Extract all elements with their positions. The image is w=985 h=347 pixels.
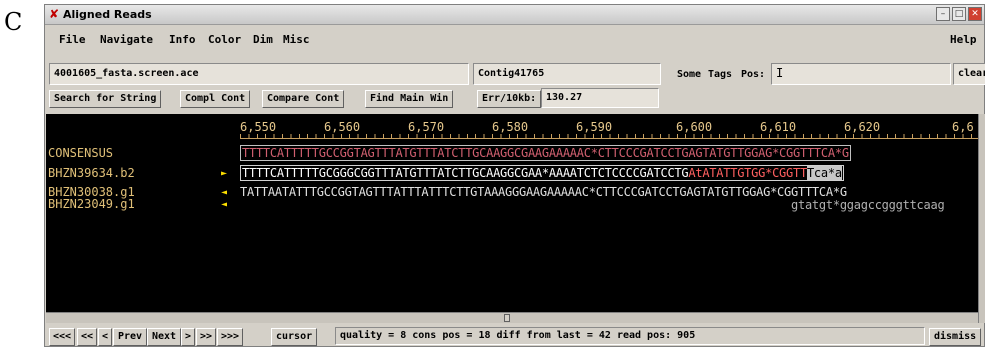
menu-info[interactable]: Info <box>169 33 196 46</box>
forward-arrow-icon: ► <box>221 168 228 179</box>
reverse-arrow-icon: ◄ <box>221 199 228 210</box>
menu-navigate[interactable]: Navigate <box>100 33 153 46</box>
pos-label: Pos: <box>741 69 766 80</box>
reverse-arrow-icon: ◄ <box>221 187 228 198</box>
find-main-win-button[interactable]: Find Main Win <box>365 90 454 108</box>
pos-input[interactable]: I <box>771 63 951 85</box>
ruler-tick-label: 6,570 <box>408 120 445 134</box>
err-value-field: 130.27 <box>541 88 659 108</box>
prev-button[interactable]: Prev <box>113 328 148 346</box>
close-button[interactable]: ✕ <box>968 7 982 21</box>
filename-field[interactable]: 4001605_fasta.screen.ace <box>49 63 469 85</box>
cursor-button[interactable]: cursor <box>271 328 318 346</box>
forward-1-button[interactable]: > <box>181 328 196 346</box>
last-button[interactable]: >>> <box>217 328 244 346</box>
first-button[interactable]: <<< <box>49 328 76 346</box>
ruler-tick-label: 6,560 <box>324 120 361 134</box>
menu-misc[interactable]: Misc <box>283 33 310 46</box>
read-sequence[interactable]: TTTTCATTTTTGCGGGCGGTTTATGTTTATCTTGCAAGGC… <box>240 165 844 181</box>
ruler-line <box>240 138 978 139</box>
read-sequence-part: TTTTCATTTTTGCGGGCGGTTTATGTTTATCTTGCAAGGC… <box>242 166 689 180</box>
menu-dim[interactable]: Dim <box>253 33 273 46</box>
app-icon: ✘ <box>49 7 60 21</box>
forward-2-button[interactable]: >> <box>196 328 217 346</box>
maximize-button[interactable]: □ <box>952 7 966 21</box>
navigation-bar: <<< << < Prev Next > >> >>> cursor quali… <box>45 325 984 347</box>
menu-color[interactable]: Color <box>208 33 241 46</box>
ruler-tick-label: 6,590 <box>576 120 613 134</box>
scrollbar-thumb[interactable] <box>504 314 510 322</box>
some-label: Some <box>677 69 702 80</box>
panel-letter: C <box>4 8 23 36</box>
position-ruler: 6,550 6,560 6,570 6,580 6,590 6,600 6,61… <box>240 120 978 142</box>
read-name[interactable]: BHZN39634.b2 <box>48 166 135 180</box>
back-1-button[interactable]: < <box>98 328 113 346</box>
search-string-button[interactable]: Search for String <box>49 90 162 108</box>
ruler-tick-label: 6,620 <box>844 120 881 134</box>
alignment-view[interactable]: 6,550 6,560 6,570 6,580 6,590 6,600 6,61… <box>46 114 978 312</box>
read-name-consensus[interactable]: CONSENSUS <box>48 146 113 160</box>
back-2-button[interactable]: << <box>77 328 98 346</box>
ruler-tick-label: 6,610 <box>760 120 797 134</box>
read-sequence-part: Tca*a <box>806 166 842 180</box>
ruler-tick-label: 6,580 <box>492 120 529 134</box>
read-sequence[interactable]: TATTAATATTTGCCGGTAGTTTATTTATTTCTTGTAAAGG… <box>240 185 847 199</box>
menu-help[interactable]: Help <box>950 33 977 46</box>
dismiss-button[interactable]: dismiss <box>929 328 982 346</box>
ruler-tick-label: 6,600 <box>676 120 713 134</box>
contig-field[interactable]: Contig41765 <box>473 63 661 85</box>
ruler-tick-label: 6,550 <box>240 120 277 134</box>
vertical-scrollbar[interactable] <box>978 114 985 323</box>
compl-cont-button[interactable]: Compl Cont <box>180 90 251 108</box>
status-readout: quality = 8 cons pos = 18 diff from last… <box>335 327 925 345</box>
tags-button[interactable]: Tags <box>708 69 732 80</box>
read-name[interactable]: BHZN23049.g1 <box>48 197 135 211</box>
ruler-tick-label: 6,6 <box>952 120 974 134</box>
err-10kb-button[interactable]: Err/10kb: <box>477 90 542 108</box>
next-button[interactable]: Next <box>147 328 182 346</box>
clear-button[interactable]: clear <box>953 63 985 85</box>
consensus-sequence[interactable]: TTTTCATTTTTGCCGGTAGTTTATGTTTATCTTGCAAGGC… <box>240 145 851 161</box>
horizontal-scrollbar[interactable] <box>46 312 978 323</box>
read-sequence[interactable]: gtatgt*ggagccgggttcaag <box>791 198 945 212</box>
aligned-reads-window: ✘ Aligned Reads – □ ✕ File Navigate Info… <box>44 4 985 347</box>
window-title: Aligned Reads <box>63 8 152 21</box>
read-sequence-part: AtATATTGTGG*CGGTT <box>688 166 807 180</box>
menu-file[interactable]: File <box>59 33 86 46</box>
compare-cont-button[interactable]: Compare Cont <box>262 90 345 108</box>
title-bar: ✘ Aligned Reads – □ ✕ <box>45 5 984 25</box>
menu-bar: File Navigate Info Color Dim Misc Help <box>45 25 984 51</box>
minimize-button[interactable]: – <box>936 7 950 21</box>
